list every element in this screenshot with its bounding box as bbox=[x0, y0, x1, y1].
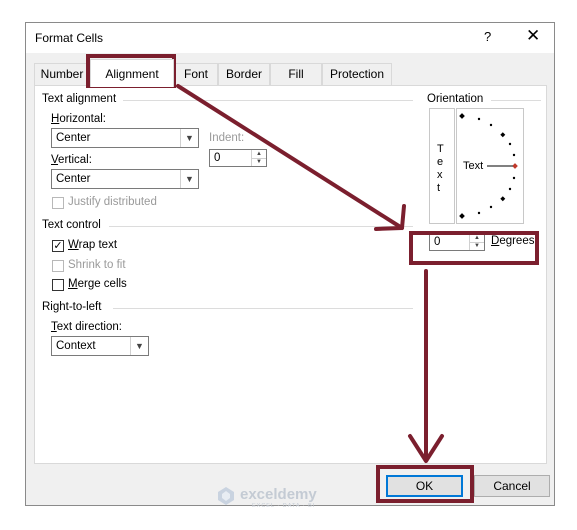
annotation-arrows bbox=[176, 84, 444, 463]
tab-alignment[interactable]: Alignment bbox=[90, 59, 174, 87]
arrow-to-degrees bbox=[176, 84, 404, 230]
